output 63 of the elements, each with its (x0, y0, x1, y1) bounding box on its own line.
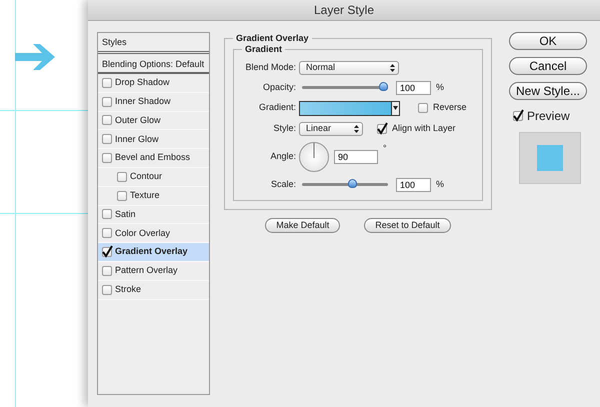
field-label: Scale: (270, 178, 296, 191)
checkbox[interactable] (102, 115, 112, 126)
arrow-icon (15, 44, 55, 70)
checkbox[interactable] (117, 172, 127, 182)
list-item[interactable]: Texture (98, 186, 209, 206)
list-item[interactable]: Satin (98, 206, 209, 224)
list-item[interactable]: Bevel and Emboss (98, 149, 209, 168)
gradient-picker[interactable] (299, 100, 400, 116)
needle-icon (313, 142, 315, 158)
unit-label: % (436, 178, 444, 191)
checkbox[interactable] (102, 134, 112, 144)
checkbox[interactable] (117, 190, 127, 201)
list-item[interactable]: Inner Glow (98, 130, 209, 150)
list-item[interactable]: Drop Shadow (98, 74, 209, 93)
checkbox[interactable] (418, 103, 428, 114)
field-label: Opacity: (262, 80, 296, 94)
checkbox[interactable] (102, 284, 112, 295)
checkbox[interactable] (102, 96, 112, 107)
value-field[interactable]: 100 (396, 80, 431, 95)
field-label: Style: (272, 122, 296, 135)
window-title: Layer Style (314, 2, 374, 19)
list-item[interactable]: Inner Shadow (98, 92, 209, 112)
updown-icon (354, 124, 359, 133)
dialog-button[interactable]: OK (509, 32, 587, 50)
list-item[interactable]: Pattern Overlay (98, 262, 209, 281)
dropdown[interactable]: Normal (299, 60, 399, 75)
dialog-button[interactable]: New Style... (509, 82, 587, 100)
checkbox[interactable] (102, 153, 112, 164)
checkbox[interactable] (102, 266, 112, 276)
panel-button[interactable]: Make Default (265, 218, 340, 233)
checkbox-label: Align with Layer (392, 122, 456, 135)
field-label: Blend Mode: (244, 60, 296, 74)
list-item[interactable]: Stroke (98, 280, 209, 300)
field-label: Angle: (269, 150, 296, 163)
dropdown[interactable]: Linear (299, 122, 363, 136)
checkbox[interactable] (102, 209, 112, 220)
checkbox[interactable] (513, 111, 523, 121)
updown-icon (390, 64, 395, 72)
value-field[interactable]: 100 (396, 178, 431, 192)
checkbox[interactable] (102, 78, 112, 88)
unit-label: % (436, 80, 444, 94)
list-item[interactable]: Outer Glow (98, 112, 209, 130)
list-item[interactable]: Blending Options: Default (98, 54, 209, 74)
list-item[interactable]: Gradient Overlay (98, 243, 209, 262)
checkbox-label: Reverse (433, 101, 467, 114)
checkbox[interactable] (102, 247, 112, 258)
angle-dial[interactable] (299, 142, 329, 172)
panel-button[interactable]: Reset to Default (364, 218, 451, 233)
group-title: Gradient (244, 44, 284, 55)
slider-thumb[interactable] (348, 179, 358, 188)
field-label: Gradient: (258, 101, 296, 114)
checkbox[interactable] (102, 228, 112, 238)
list-header: Styles (98, 33, 209, 54)
checkbox-label: Preview (527, 108, 570, 125)
value-field[interactable]: 90 (334, 150, 378, 164)
list-item[interactable]: Contour (98, 168, 209, 187)
slider-thumb[interactable] (379, 82, 388, 92)
dialog-button[interactable]: Cancel (509, 57, 587, 75)
caret-icon (393, 106, 398, 110)
preview-swatch (537, 145, 563, 171)
checkbox[interactable] (377, 124, 387, 134)
unit-label: ° (383, 142, 387, 155)
group-title: Gradient Overlay (235, 33, 310, 44)
